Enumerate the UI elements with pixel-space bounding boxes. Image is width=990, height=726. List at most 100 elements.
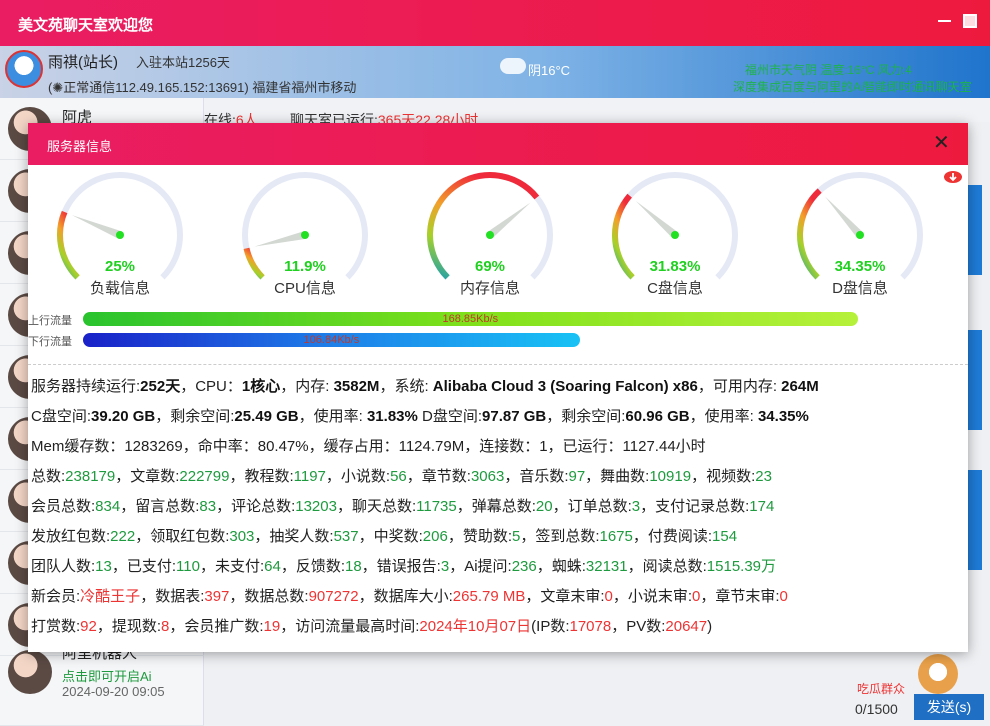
stat-value: 20647 bbox=[665, 618, 708, 635]
chat-status-bar: 在线:6人 聊天室已运行:365天22.28小时 bbox=[204, 98, 990, 128]
gauge-label: CPU信息 bbox=[274, 280, 336, 297]
side-panel-tab[interactable] bbox=[968, 470, 982, 570]
gauge-needle bbox=[71, 215, 122, 239]
stat-value: 3 bbox=[440, 558, 450, 575]
server-stat-line: 打赏数:92，提现数:8，会员推广数:19，访问流量最高时间:2024年10月0… bbox=[31, 618, 713, 635]
stat-value: 397 bbox=[204, 588, 230, 605]
server-stat-line: 服务器持续运行:252天，CPU：1核心，内存: 3582M，系统: Aliba… bbox=[31, 378, 819, 395]
stat-value: 222 bbox=[110, 528, 136, 545]
mascot-icon bbox=[918, 654, 958, 694]
maximize-button[interactable] bbox=[963, 14, 977, 28]
stat-value: 25.49 GB bbox=[234, 408, 299, 425]
stat-value: 1675 bbox=[599, 528, 633, 545]
server-stat-line: 总数:238179，文章数:222799，教程数:1197，小说数:56，章节数… bbox=[31, 468, 772, 485]
stat-value: 264M bbox=[781, 378, 819, 395]
server-stat-line: 发放红包数:222，领取红包数:303，抽奖人数:537，中奖数:206，赞助数… bbox=[31, 528, 738, 545]
gauge-needle bbox=[635, 200, 678, 239]
stat-value: 0 bbox=[604, 588, 613, 605]
gauge-hub bbox=[116, 231, 124, 239]
server-stat-line: Mem缓存数：1283269，命中率：80.47%，缓存占用：1124.79M，… bbox=[31, 438, 706, 455]
server-stat-line: 团队人数:13，已支付:110，未支付:64，反馈数:18，错误报告:3，Ai提… bbox=[31, 558, 777, 575]
stat-value: 206 bbox=[422, 528, 448, 545]
gauge-percent: 69% bbox=[474, 258, 506, 275]
stat-value: 174 bbox=[749, 498, 775, 515]
gauge-label: C盘信息 bbox=[647, 280, 703, 297]
stat-value: Alibaba Cloud 3 (Soaring Falcon) x86 bbox=[432, 378, 698, 395]
user-bar: 雨祺(站长) 入驻本站1256天 (✺正常通信112.49.165.152:13… bbox=[0, 46, 990, 98]
stat-value: 56 bbox=[390, 468, 407, 485]
stat-value: 冷酷王子 bbox=[80, 588, 141, 605]
gauge-hub bbox=[856, 231, 864, 239]
send-button[interactable]: 发送(s) bbox=[914, 694, 984, 720]
stat-value: 0 bbox=[779, 588, 788, 605]
stat-value: 265.79 MB bbox=[452, 588, 526, 605]
server-stat-line: 新会员:冷酷王子，数据表:397，数据总数:907272，数据库大小:265.7… bbox=[31, 588, 788, 605]
gauge-needle bbox=[487, 202, 531, 239]
stat-value: 97.87 GB bbox=[482, 408, 547, 425]
contact-time: 2024-09-20 09:05 bbox=[62, 684, 165, 699]
gauge-percent: 31.83% bbox=[649, 258, 701, 275]
stat-value: 39.20 GB bbox=[91, 408, 156, 425]
connection-status: (✺正常通信112.49.165.152:13691) 福建省福州市移动 bbox=[48, 80, 357, 95]
stat-value: 20 bbox=[535, 498, 553, 515]
stat-value: 537 bbox=[333, 528, 359, 545]
title-bar: 美文苑聊天室欢迎您 bbox=[0, 0, 990, 46]
stat-value: 110 bbox=[176, 558, 200, 575]
stat-value: 222799 bbox=[179, 468, 230, 485]
gauge-hub bbox=[301, 231, 309, 239]
stat-value: 10919 bbox=[649, 468, 692, 485]
stat-value: 92 bbox=[80, 618, 97, 635]
side-panel-tab[interactable] bbox=[968, 330, 982, 430]
gauge-hub bbox=[671, 231, 679, 239]
side-panel-tab[interactable] bbox=[968, 185, 982, 275]
stat-value: 83 bbox=[199, 498, 217, 515]
stat-value: 3 bbox=[631, 498, 641, 515]
stat-value: 5 bbox=[511, 528, 521, 545]
user-name: 雨祺(站长) bbox=[48, 54, 118, 71]
gauge-percent: 34.35% bbox=[834, 258, 886, 275]
stat-value: 18 bbox=[344, 558, 362, 575]
divider bbox=[28, 364, 968, 365]
joined-days: 入驻本站1256天 bbox=[136, 55, 230, 70]
stat-value: 236 bbox=[511, 558, 537, 575]
gauge-label: 内存信息 bbox=[459, 280, 520, 297]
stat-value: 1515.39万 bbox=[706, 558, 777, 575]
server-stat-line: 会员总数:834，留言总数:83，评论总数:13203，聊天总数:11735，弹… bbox=[31, 498, 775, 515]
upload-traffic-bar: 168.85Kb/s bbox=[83, 312, 858, 326]
modal-header: 服务器信息 ✕ bbox=[28, 123, 968, 165]
stat-value: 32131 bbox=[585, 558, 628, 575]
avatar[interactable] bbox=[5, 50, 43, 88]
server-info-modal: 服务器信息 ✕ 25% 负载信息 11.9% CPU信息 69% 内存信息 31.83% C盘… bbox=[28, 123, 968, 652]
stat-value: 19 bbox=[263, 618, 281, 635]
stat-value: 64 bbox=[264, 558, 281, 575]
download-value: 106.84Kb/s bbox=[303, 334, 360, 346]
modal-title: 服务器信息 bbox=[47, 139, 113, 154]
gauge-percent: 11.9% bbox=[284, 258, 326, 275]
cloud-icon bbox=[500, 58, 526, 74]
avatar bbox=[8, 650, 52, 694]
minimize-button[interactable] bbox=[938, 20, 951, 22]
upload-value: 168.85Kb/s bbox=[442, 313, 499, 325]
stat-value: 31.83% bbox=[366, 408, 418, 425]
gauge-hub bbox=[486, 231, 494, 239]
cloud-download-icon[interactable] bbox=[943, 169, 963, 183]
mascot-text: 吃瓜群众 bbox=[857, 682, 906, 696]
stat-value: 23 bbox=[755, 468, 772, 485]
gauge: 31.83% C盘信息 bbox=[600, 165, 750, 300]
stat-value: 1核心 bbox=[241, 378, 281, 395]
contact-hint: 点击即可开启Ai bbox=[62, 669, 152, 684]
gauge-label: 负载信息 bbox=[89, 280, 150, 297]
stat-value: 834 bbox=[95, 498, 121, 515]
stat-value: 13 bbox=[95, 558, 112, 575]
stat-value: 3063 bbox=[470, 468, 505, 485]
upload-label: 上行流量 bbox=[28, 315, 72, 327]
stat-value: 11735 bbox=[416, 498, 457, 515]
stat-value: 97 bbox=[568, 468, 586, 485]
gauge: 69% 内存信息 bbox=[415, 165, 565, 300]
gauge-label: D盘信息 bbox=[832, 280, 888, 297]
stat-value: 8 bbox=[161, 618, 170, 635]
gauge-needle bbox=[825, 196, 863, 238]
stat-value: 154 bbox=[712, 528, 738, 545]
close-icon[interactable]: ✕ bbox=[933, 132, 950, 154]
stat-value: 303 bbox=[229, 528, 255, 545]
